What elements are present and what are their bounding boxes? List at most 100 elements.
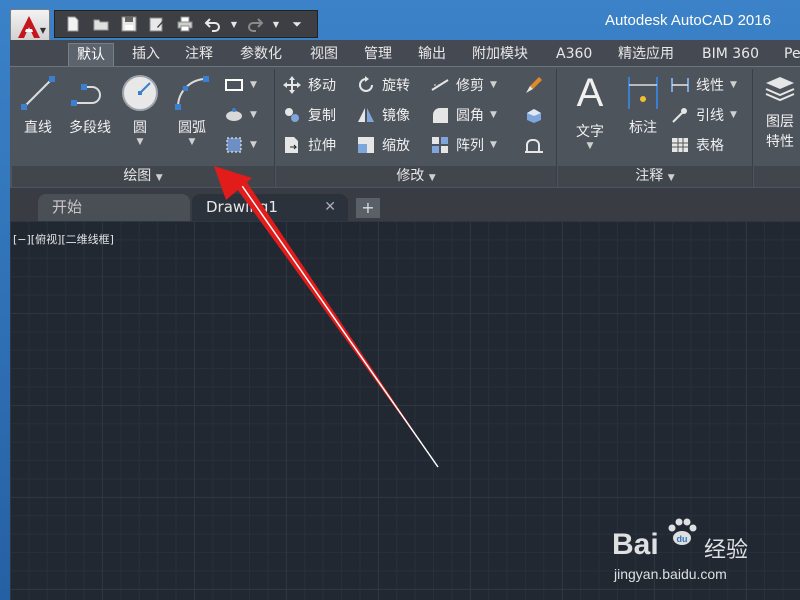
trim-icon	[431, 79, 449, 91]
open-folder-icon[interactable]	[89, 13, 113, 35]
start-tab-label: 开始	[52, 198, 83, 216]
tab-output[interactable]: 输出	[410, 43, 454, 66]
circle-tool-button[interactable]: 圆 ▼	[118, 73, 162, 147]
viewport-controls[interactable]: [−][俯视][二维线框]	[13, 231, 114, 247]
erase-icon	[526, 77, 542, 93]
tab-parametric[interactable]: 参数化	[232, 43, 290, 66]
tab-default[interactable]: 默认	[68, 43, 114, 66]
mirror-tool-button[interactable]: 镜像	[356, 105, 410, 125]
tab-featured-apps[interactable]: 精选应用	[610, 43, 682, 66]
explode-tool-button[interactable]	[524, 105, 544, 125]
array-tool-button[interactable]: 阵列 ▼	[430, 135, 497, 155]
linear-dropdown-icon[interactable]: ▼	[730, 80, 737, 90]
move-tool-button[interactable]: 移动	[282, 75, 336, 95]
array-dropdown-icon[interactable]: ▼	[490, 140, 497, 150]
text-dropdown-icon[interactable]: ▼	[566, 141, 614, 151]
start-tab[interactable]: 开始	[38, 194, 190, 221]
tab-bim360[interactable]: BIM 360	[694, 43, 767, 66]
annotation-panel-expand-icon: ▼	[667, 173, 675, 183]
svg-text:du: du	[677, 534, 688, 544]
stretch-icon	[285, 137, 298, 153]
watermark-url: jingyan.baidu.com	[614, 566, 727, 582]
text-tool-button[interactable]: A 文字 ▼	[566, 71, 614, 151]
tab-a360[interactable]: A360	[548, 43, 600, 66]
linear-label: 线性	[696, 78, 724, 94]
rectangle-icon	[225, 79, 243, 91]
table-tool-button[interactable]: 表格	[670, 135, 724, 155]
array-label: 阵列	[456, 138, 484, 154]
tab-addins[interactable]: 附加模块	[464, 43, 536, 66]
move-label: 移动	[308, 78, 336, 94]
app-menu-caret-icon: ▼	[39, 26, 46, 35]
autocad-logo-icon	[18, 16, 40, 38]
tab-view[interactable]: 视图	[302, 43, 346, 66]
boundary-tool-button[interactable]: ▼	[224, 135, 257, 155]
arc-tool-button[interactable]: 圆弧 ▼	[168, 73, 216, 147]
copy-label: 复制	[308, 108, 336, 124]
leader-tool-button[interactable]: 引线 ▼	[670, 105, 737, 125]
boundary-dropdown-icon[interactable]: ▼	[250, 140, 257, 150]
copy-tool-button[interactable]: 复制	[282, 105, 336, 125]
trim-dropdown-icon[interactable]: ▼	[490, 80, 497, 90]
drawing1-tab-label: Drawing1	[206, 198, 278, 216]
scale-tool-button[interactable]: 缩放	[356, 135, 410, 155]
annotation-panel-title[interactable]: 注释 ▼	[558, 166, 752, 187]
ribbon-tab-bar: 默认 插入 注释 参数化 视图 管理 输出 附加模块 A360 精选应用 BIM…	[10, 40, 800, 66]
layer-properties-button[interactable]: 图层 特性	[758, 73, 800, 151]
arc-label: 圆弧	[178, 120, 206, 136]
leader-dropdown-icon[interactable]: ▼	[730, 110, 737, 120]
tab-annotate[interactable]: 注释	[177, 43, 221, 66]
line-tool-button[interactable]: 直线	[16, 73, 60, 137]
erase-tool-button[interactable]	[524, 75, 544, 95]
polyline-tool-button[interactable]: 多段线	[62, 73, 118, 137]
new-tab-button[interactable]: +	[356, 198, 380, 218]
customize-qat-icon[interactable]: ⏷	[285, 13, 309, 35]
trim-label: 修剪	[456, 78, 484, 94]
print-icon[interactable]	[173, 13, 197, 35]
close-tab-icon[interactable]: ✕	[324, 194, 336, 220]
line-label: 直线	[24, 120, 52, 136]
dimension-icon	[628, 77, 658, 109]
annotation-panel-title-label: 注释	[635, 168, 664, 184]
table-icon	[672, 138, 688, 152]
redo-dropdown-icon[interactable]: ▼	[271, 13, 281, 35]
tab-performance[interactable]: Pe	[776, 43, 800, 66]
offset-tool-button[interactable]	[524, 135, 544, 155]
draw-panel-title[interactable]: 绘图 ▼	[12, 166, 274, 187]
linear-dim-button[interactable]: 线性 ▼	[670, 75, 737, 95]
layers-panel-title[interactable]	[754, 166, 800, 187]
fillet-tool-button[interactable]: 圆角 ▼	[430, 105, 497, 125]
trim-tool-button[interactable]: 修剪 ▼	[430, 75, 497, 95]
hatch-dropdown-icon[interactable]: ▼	[250, 110, 257, 120]
rectangle-dropdown-icon[interactable]: ▼	[250, 80, 257, 90]
ribbon-panel: 直线 多段线 圆 ▼ 圆弧 ▼ ▼ ▼ ▼ 绘图 ▼ 移动 旋转 修剪 ▼ 复制…	[10, 66, 800, 188]
circle-dropdown-icon[interactable]: ▼	[118, 137, 162, 147]
drawing1-tab[interactable]: Drawing1 ✕	[192, 194, 348, 221]
redo-icon[interactable]	[243, 13, 267, 35]
modify-panel-title[interactable]: 修改 ▼	[276, 166, 556, 187]
text-label: 文字	[576, 124, 604, 140]
hatch-tool-button[interactable]: ▼	[224, 105, 257, 125]
hatch-icon	[226, 108, 242, 121]
stretch-tool-button[interactable]: 拉伸	[282, 135, 336, 155]
tab-manage[interactable]: 管理	[356, 43, 400, 66]
layer-properties-label-line1: 图层	[766, 114, 794, 130]
save-icon[interactable]	[117, 13, 141, 35]
undo-icon[interactable]	[201, 13, 225, 35]
undo-dropdown-icon[interactable]: ▼	[229, 13, 239, 35]
rectangle-tool-button[interactable]: ▼	[224, 75, 257, 95]
new-file-icon[interactable]	[61, 13, 85, 35]
fillet-icon	[433, 108, 448, 123]
tab-insert[interactable]: 插入	[124, 43, 168, 66]
save-as-icon[interactable]	[145, 13, 169, 35]
baidu-watermark: du Bai 经验 jingyan.baidu.com	[612, 516, 762, 586]
modify-panel-title-label: 修改	[396, 168, 425, 184]
modify-panel-expand-icon: ▼	[428, 173, 436, 183]
dimension-tool-button[interactable]: 标注	[620, 73, 666, 137]
polyline-label: 多段线	[69, 120, 111, 136]
rotate-tool-button[interactable]: 旋转	[356, 75, 410, 95]
file-tab-bar: 开始 Drawing1 ✕	[10, 188, 800, 221]
arc-dropdown-icon[interactable]: ▼	[168, 137, 216, 147]
fillet-dropdown-icon[interactable]: ▼	[490, 110, 497, 120]
boundary-icon	[226, 137, 242, 153]
